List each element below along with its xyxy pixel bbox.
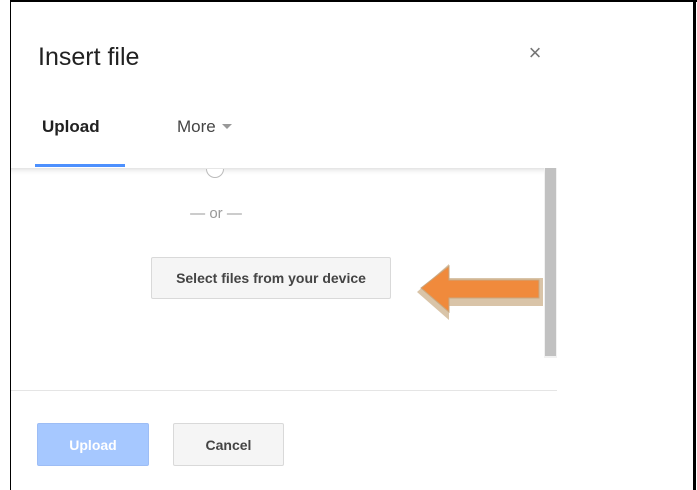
footer-divider (11, 390, 557, 391)
frame-right-border (693, 0, 696, 490)
tab-more-label: More (177, 117, 216, 136)
or-separator: — or — (190, 205, 242, 222)
tab-bar: Upload More (10, 112, 557, 168)
arrow-left-icon (417, 264, 543, 320)
select-files-button[interactable]: Select files from your device (151, 257, 391, 299)
close-icon[interactable]: × (520, 38, 550, 68)
active-tab-indicator (35, 164, 125, 167)
upload-button[interactable]: Upload (37, 423, 149, 466)
tab-upload[interactable]: Upload (42, 112, 100, 142)
dialog-title: Insert file (38, 43, 140, 71)
chevron-down-icon (221, 124, 232, 130)
tab-more[interactable]: More (177, 112, 232, 142)
frame-top-border (10, 0, 697, 2)
cancel-button[interactable]: Cancel (173, 423, 284, 466)
drop-target-circle (206, 169, 224, 178)
